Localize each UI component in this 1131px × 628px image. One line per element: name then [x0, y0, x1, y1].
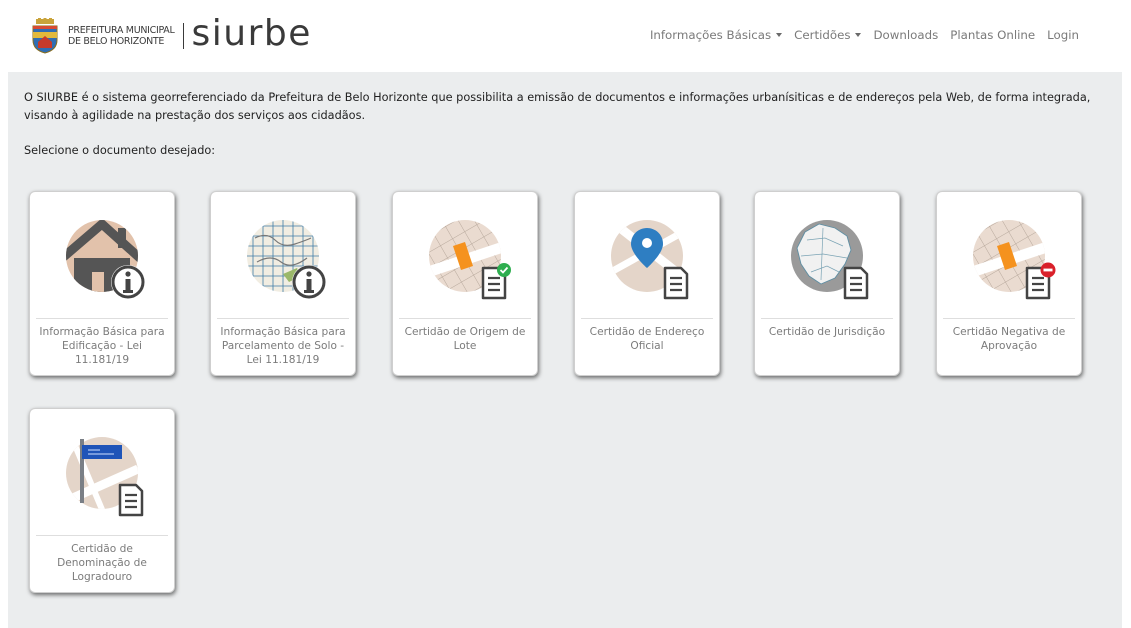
brand-line-2: DE BELO HORIZONTE [68, 36, 165, 47]
main-content: O SIURBE é o sistema georreferenciado da… [8, 72, 1122, 628]
card-informacao-basica-parcelamento[interactable]: Informação Básica para Parcelamento de S… [210, 191, 356, 376]
card-divider [581, 318, 713, 319]
card-divider [943, 318, 1075, 319]
brand-logo[interactable]: PREFEITURA MUNICIPAL DE BELO HORIZONTE s… [30, 10, 312, 62]
lot-certificate-check-icon [393, 192, 537, 318]
card-certidao-negativa-aprovacao[interactable]: Certidão Negativa de Aprovação [936, 191, 1082, 376]
card-certidao-jurisdicao[interactable]: Certidão de Jurisdição [754, 191, 900, 376]
nav-label: Certidões [794, 28, 851, 42]
main-nav: Informações Básicas Certidões Downloads … [650, 28, 1079, 42]
caret-down-icon [855, 33, 862, 37]
nav-label: Plantas Online [950, 28, 1036, 42]
nav-login[interactable]: Login [1047, 28, 1079, 42]
card-divider [36, 318, 168, 319]
map-info-icon [211, 192, 355, 318]
card-label: Certidão de Endereço Oficial [589, 326, 705, 352]
card-divider [399, 318, 531, 319]
card-label: Certidão de Denominação de Logradouro [57, 543, 147, 583]
nav-label: Downloads [873, 28, 939, 42]
nav-label: Login [1047, 28, 1079, 42]
brand-line-1: PREFEITURA MUNICIPAL [68, 25, 175, 36]
belo-horizonte-crest-icon [32, 18, 58, 54]
card-informacao-basica-edificacao[interactable]: Informação Básica para Edificação - Lei … [29, 191, 175, 376]
nav-label: Informações Básicas [649, 28, 772, 42]
lot-certificate-denied-icon [937, 192, 1081, 318]
nav-plantas-online[interactable]: Plantas Online [950, 28, 1035, 42]
nav-certidoes[interactable]: Certidões [794, 28, 862, 42]
card-certidao-endereco-oficial[interactable]: Certidão de Endereço Oficial [574, 191, 720, 376]
card-label: Certidão Negativa de Aprovação [952, 326, 1066, 352]
nav-downloads[interactable]: Downloads [873, 28, 938, 42]
caret-down-icon [776, 33, 783, 37]
card-divider [217, 318, 349, 319]
house-info-icon [30, 192, 174, 318]
brand-name: PREFEITURA MUNICIPAL DE BELO HORIZONTE [68, 25, 175, 47]
card-label: Informação Básica para Parcelamento de S… [220, 326, 346, 366]
address-pin-document-icon [575, 192, 719, 318]
card-certidao-denominacao-logradouro[interactable]: Certidão de Denominação de Logradouro [29, 408, 175, 593]
jurisdiction-map-document-icon [755, 192, 899, 318]
card-divider [761, 318, 893, 319]
card-certidao-origem-lote[interactable]: Certidão de Origem de Lote [392, 191, 538, 376]
intro-text: O SIURBE é o sistema georreferenciado da… [24, 91, 1091, 122]
top-navbar: PREFEITURA MUNICIPAL DE BELO HORIZONTE s… [0, 0, 1131, 72]
brand-divider [182, 23, 184, 49]
street-sign-document-icon [30, 409, 174, 535]
select-prompt: Selecione o documento desejado: [24, 144, 216, 157]
card-label: Certidão de Jurisdição [768, 326, 886, 338]
card-label: Certidão de Origem de Lote [404, 326, 526, 352]
nav-informacoes-basicas[interactable]: Informações Básicas [649, 28, 783, 42]
app-name: siurbe [191, 13, 312, 54]
card-divider [36, 535, 168, 536]
card-label: Informação Básica para Edificação - Lei … [39, 326, 165, 366]
